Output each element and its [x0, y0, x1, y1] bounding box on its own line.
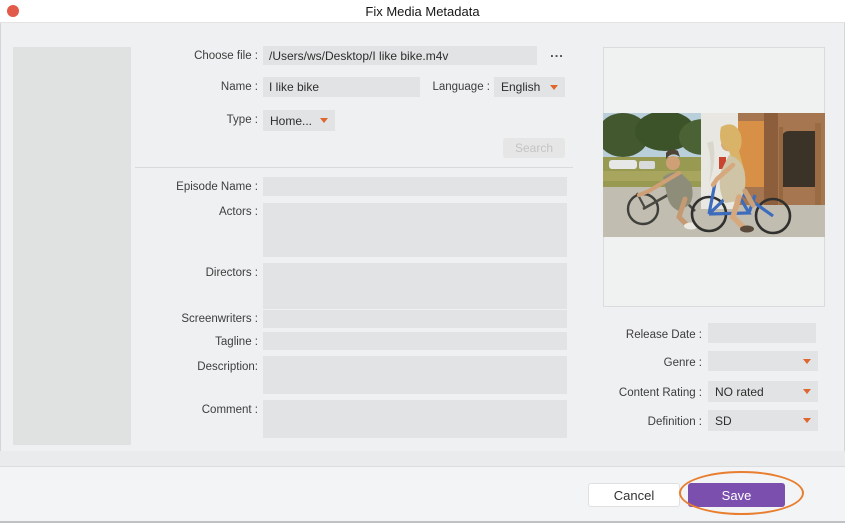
name-label: Name : [100, 81, 258, 93]
language-label: Language : [378, 81, 490, 93]
release-date-input[interactable] [708, 323, 816, 343]
content-rating-value: NO rated [715, 385, 764, 399]
episode-name-input[interactable] [263, 177, 567, 196]
browse-button[interactable]: ... [546, 46, 568, 64]
content-rating-dropdown[interactable]: NO rated [708, 381, 818, 402]
description-input[interactable] [263, 356, 567, 394]
video-thumbnail [603, 113, 825, 237]
chevron-down-icon [803, 389, 811, 394]
chevron-down-icon [803, 359, 811, 364]
comment-label: Comment : [100, 404, 258, 416]
window-title: Fix Media Metadata [0, 0, 845, 23]
genre-dropdown[interactable] [708, 351, 818, 371]
section-divider [135, 167, 573, 168]
content-rating-label: Content Rating : [590, 387, 702, 399]
tagline-input[interactable] [263, 332, 567, 350]
screenwriters-label: Screenwriters : [100, 313, 258, 325]
genre-label: Genre : [590, 357, 702, 369]
language-dropdown[interactable]: English [494, 77, 565, 97]
release-date-label: Release Date : [590, 329, 702, 341]
chevron-down-icon [550, 85, 558, 90]
directors-label: Directors : [100, 267, 258, 279]
type-label: Type : [100, 114, 258, 126]
directors-input[interactable] [263, 263, 567, 309]
actors-label: Actors : [100, 206, 258, 218]
chevron-down-icon [803, 418, 811, 423]
save-button[interactable]: Save [688, 483, 785, 507]
description-label: Description: [100, 361, 258, 373]
choose-file-input[interactable] [263, 46, 537, 65]
type-dropdown[interactable]: Home... [263, 110, 335, 131]
choose-file-label: Choose file : [100, 50, 258, 62]
definition-dropdown[interactable]: SD [708, 410, 818, 431]
content-bottom-band [0, 451, 845, 466]
definition-label: Definition : [590, 416, 702, 428]
artwork-placeholder-panel [13, 47, 131, 445]
search-button[interactable]: Search [503, 138, 565, 158]
language-value: English [501, 80, 540, 94]
type-value: Home... [270, 114, 312, 128]
definition-value: SD [715, 414, 732, 428]
title-bar: Fix Media Metadata [0, 0, 845, 23]
chevron-down-icon [320, 118, 328, 123]
comment-input[interactable] [263, 400, 567, 438]
actors-input[interactable] [263, 203, 567, 257]
cancel-button[interactable]: Cancel [588, 483, 680, 507]
tagline-label: Tagline : [100, 336, 258, 348]
episode-name-label: Episode Name : [100, 181, 258, 193]
screenwriters-input[interactable] [263, 310, 567, 328]
fix-media-metadata-dialog: Fix Media Metadata Choose file : ... Nam… [0, 0, 845, 523]
